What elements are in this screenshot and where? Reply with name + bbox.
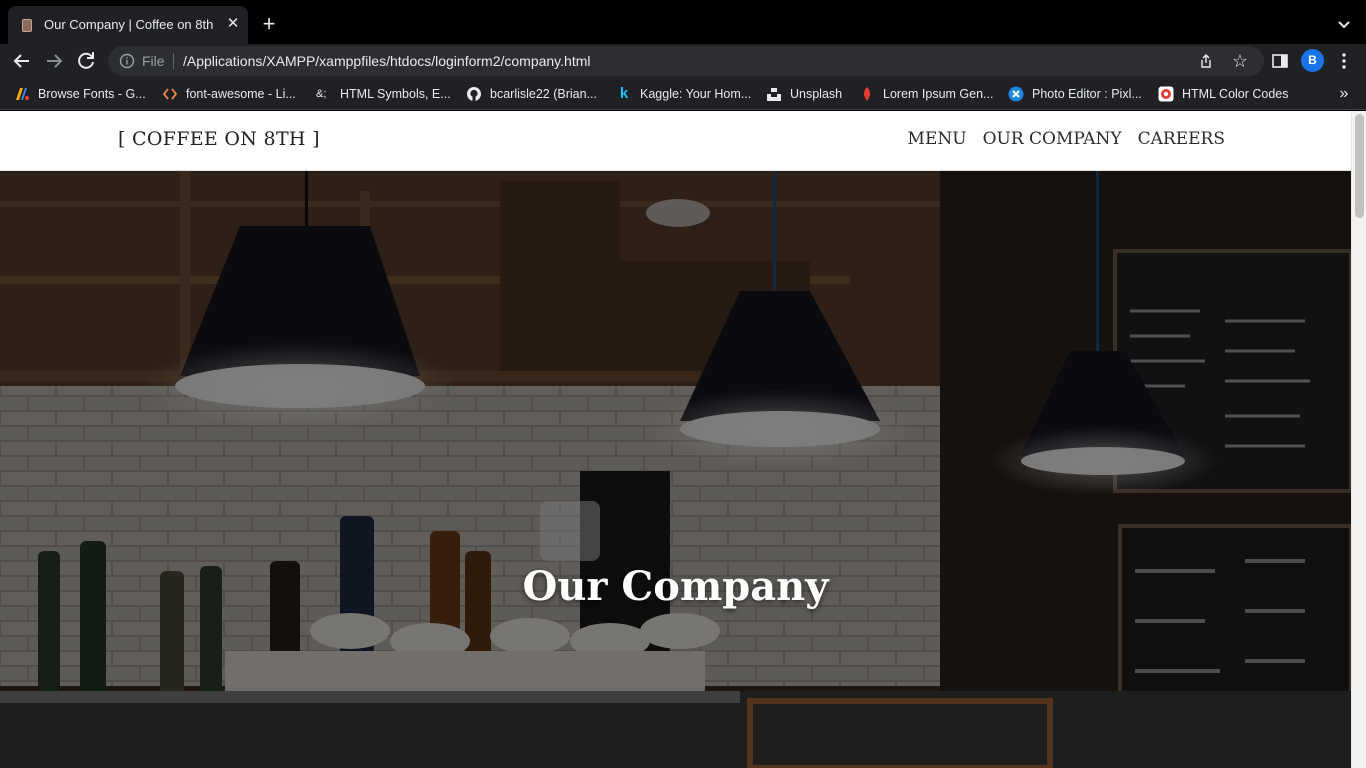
- google-fonts-icon: [16, 88, 29, 100]
- browser-toolbar: File /Applications/XAMPP/xamppfiles/htdo…: [0, 44, 1366, 78]
- active-tab[interactable]: Our Company | Coffee on 8th ✕: [8, 6, 248, 44]
- bookmark-label: Unsplash: [790, 87, 843, 101]
- tab-title: Our Company | Coffee on 8th: [44, 17, 214, 32]
- bookmark-item[interactable]: Browse Fonts - G...: [14, 85, 146, 103]
- color-codes-icon: [1158, 86, 1174, 102]
- scrollbar-thumb[interactable]: [1355, 114, 1364, 218]
- cafe-interior-background-image: [0, 171, 1351, 768]
- ampersand-icon: &;: [316, 88, 327, 100]
- page-viewport: [ COFFEE ON 8TH ] MENU OUR COMPANY CAREE…: [0, 111, 1366, 768]
- side-panel-icon[interactable]: [1271, 52, 1289, 70]
- back-arrow-icon[interactable]: [10, 49, 34, 73]
- page-scrollbar[interactable]: [1351, 111, 1366, 768]
- unsplash-icon: [767, 88, 781, 101]
- share-icon[interactable]: [1198, 53, 1214, 69]
- code-brackets-icon: [162, 88, 178, 100]
- bookmark-star-icon[interactable]: ☆: [1230, 51, 1250, 71]
- kaggle-icon: k: [619, 85, 629, 102]
- address-bar[interactable]: File /Applications/XAMPP/xamppfiles/htdo…: [108, 46, 1264, 76]
- url-text[interactable]: /Applications/XAMPP/xamppfiles/htdocs/lo…: [183, 53, 590, 69]
- bookmark-label: Lorem Ipsum Gen...: [883, 87, 994, 101]
- tab-strip: Our Company | Coffee on 8th ✕ +: [0, 0, 1366, 44]
- bookmark-item[interactable]: Lorem Ipsum Gen...: [859, 85, 993, 103]
- more-menu-icon[interactable]: [1336, 51, 1352, 71]
- hero-section: Our Company: [0, 171, 1351, 768]
- bookmark-item[interactable]: font-awesome - Li...: [162, 85, 296, 103]
- reload-icon[interactable]: [74, 49, 98, 73]
- lorem-ipsum-icon: [864, 87, 870, 101]
- site-header: [ COFFEE ON 8TH ] MENU OUR COMPANY CAREE…: [0, 111, 1351, 171]
- tab-favicon-icon: [22, 19, 32, 32]
- github-icon: [467, 87, 481, 101]
- bookmark-label: HTML Color Codes: [1182, 87, 1289, 101]
- bookmark-item[interactable]: k Kaggle: Your Hom...: [616, 85, 751, 103]
- tab-close-icon[interactable]: ✕: [223, 14, 243, 34]
- bookmark-label: Browse Fonts - G...: [38, 87, 146, 101]
- bookmark-label: Photo Editor : Pixl...: [1032, 87, 1142, 101]
- nav-link-menu[interactable]: MENU: [908, 129, 967, 149]
- bookmark-item[interactable]: bcarlisle22 (Brian...: [466, 85, 597, 103]
- site-info-icon[interactable]: [119, 53, 135, 69]
- bookmark-label: font-awesome - Li...: [186, 87, 296, 101]
- bookmark-item[interactable]: Unsplash: [766, 85, 842, 103]
- nav-link-our-company[interactable]: OUR COMPANY: [983, 129, 1122, 149]
- bookmark-label: Kaggle: Your Hom...: [640, 87, 752, 101]
- bookmarks-overflow-icon[interactable]: »: [1335, 84, 1353, 104]
- forward-arrow-icon[interactable]: [42, 49, 66, 73]
- site-nav: MENU OUR COMPANY CAREERS: [908, 129, 1225, 149]
- bookmark-label: bcarlisle22 (Brian...: [490, 87, 597, 101]
- bookmark-item[interactable]: &; HTML Symbols, E...: [316, 85, 451, 103]
- bookmarks-bar: Browse Fonts - G... font-awesome - Li...…: [0, 78, 1366, 110]
- file-scheme-label: File: [142, 53, 165, 69]
- bookmark-item[interactable]: HTML Color Codes: [1158, 85, 1289, 103]
- new-tab-button[interactable]: +: [258, 13, 280, 35]
- hero-title: Our Company: [522, 563, 829, 610]
- profile-avatar[interactable]: B: [1301, 49, 1324, 72]
- pixlr-icon: [1008, 86, 1024, 102]
- address-separator: [173, 53, 174, 69]
- bookmark-label: HTML Symbols, E...: [340, 87, 451, 101]
- nav-link-careers[interactable]: CAREERS: [1138, 129, 1225, 149]
- bookmark-item[interactable]: Photo Editor : Pixl...: [1008, 85, 1142, 103]
- site-logo-link[interactable]: [ COFFEE ON 8TH ]: [118, 128, 320, 150]
- tab-search-chevron-icon[interactable]: [1334, 14, 1354, 34]
